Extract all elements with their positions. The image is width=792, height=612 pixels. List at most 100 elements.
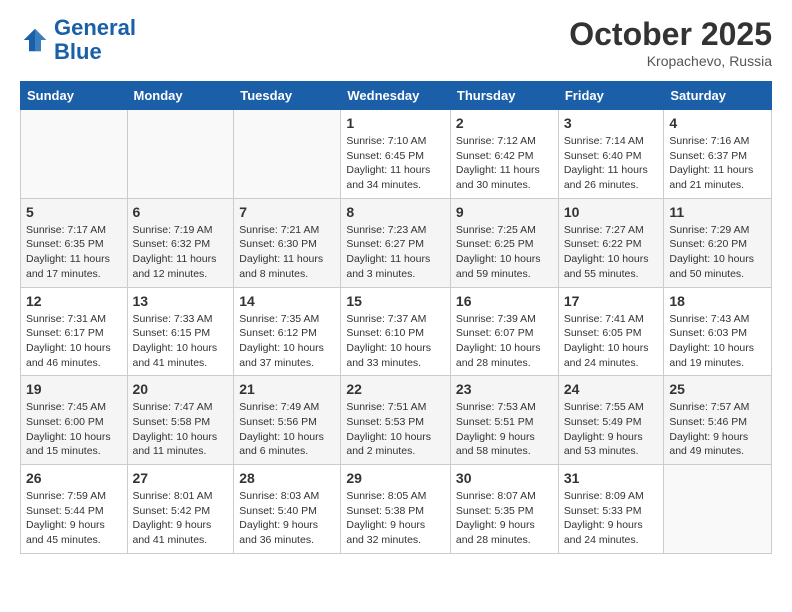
day-header-sunday: Sunday [21,82,128,110]
day-cell: 1 Sunrise: 7:10 AM Sunset: 6:45 PM Daylig… [341,110,451,199]
day-number: 9 [456,204,553,220]
logo-blue: Blue [54,39,102,64]
day-cell [127,110,234,199]
day-info: Sunrise: 7:33 AM Sunset: 6:15 PM Dayligh… [133,312,229,371]
day-number: 10 [564,204,659,220]
day-number: 15 [346,293,445,309]
day-cell: 6 Sunrise: 7:19 AM Sunset: 6:32 PM Daylig… [127,198,234,287]
logo-icon [20,25,50,55]
week-row-2: 5 Sunrise: 7:17 AM Sunset: 6:35 PM Daylig… [21,198,772,287]
day-cell [234,110,341,199]
day-info: Sunrise: 7:10 AM Sunset: 6:45 PM Dayligh… [346,134,445,193]
day-number: 22 [346,381,445,397]
day-number: 18 [669,293,766,309]
day-cell: 2 Sunrise: 7:12 AM Sunset: 6:42 PM Daylig… [450,110,558,199]
day-info: Sunrise: 7:45 AM Sunset: 6:00 PM Dayligh… [26,400,122,459]
day-header-monday: Monday [127,82,234,110]
day-info: Sunrise: 7:55 AM Sunset: 5:49 PM Dayligh… [564,400,659,459]
day-number: 2 [456,115,553,131]
day-number: 31 [564,470,659,486]
header: General Blue October 2025 Kropachevo, Ru… [20,16,772,69]
day-info: Sunrise: 7:43 AM Sunset: 6:03 PM Dayligh… [669,312,766,371]
day-number: 1 [346,115,445,131]
day-cell: 31 Sunrise: 8:09 AM Sunset: 5:33 PM Dayli… [558,465,664,554]
day-cell: 20 Sunrise: 7:47 AM Sunset: 5:58 PM Dayli… [127,376,234,465]
day-info: Sunrise: 7:47 AM Sunset: 5:58 PM Dayligh… [133,400,229,459]
day-cell: 10 Sunrise: 7:27 AM Sunset: 6:22 PM Dayli… [558,198,664,287]
day-cell: 11 Sunrise: 7:29 AM Sunset: 6:20 PM Dayli… [664,198,772,287]
logo-general: General [54,15,136,40]
day-number: 28 [239,470,335,486]
week-row-5: 26 Sunrise: 7:59 AM Sunset: 5:44 PM Dayli… [21,465,772,554]
day-cell: 16Sunrise: 7:39 AM Sunset: 6:07 PM Dayli… [450,287,558,376]
day-info: Sunrise: 8:09 AM Sunset: 5:33 PM Dayligh… [564,489,659,548]
day-number: 30 [456,470,553,486]
day-cell: 18 Sunrise: 7:43 AM Sunset: 6:03 PM Dayli… [664,287,772,376]
day-info: Sunrise: 7:35 AM Sunset: 6:12 PM Dayligh… [239,312,335,371]
day-info: Sunrise: 7:17 AM Sunset: 6:35 PM Dayligh… [26,223,122,282]
day-cell: 27Sunrise: 8:01 AM Sunset: 5:42 PM Dayli… [127,465,234,554]
day-info: Sunrise: 7:27 AM Sunset: 6:22 PM Dayligh… [564,223,659,282]
day-header-tuesday: Tuesday [234,82,341,110]
day-number: 20 [133,381,229,397]
calendar-table: SundayMondayTuesdayWednesdayThursdayFrid… [20,81,772,554]
day-number: 24 [564,381,659,397]
day-info: Sunrise: 7:57 AM Sunset: 5:46 PM Dayligh… [669,400,766,459]
day-number: 8 [346,204,445,220]
day-number: 7 [239,204,335,220]
day-cell [21,110,128,199]
day-number: 26 [26,470,122,486]
day-info: Sunrise: 7:39 AM Sunset: 6:07 PM Dayligh… [456,312,553,371]
day-header-saturday: Saturday [664,82,772,110]
day-number: 5 [26,204,122,220]
day-info: Sunrise: 7:29 AM Sunset: 6:20 PM Dayligh… [669,223,766,282]
day-info: Sunrise: 7:23 AM Sunset: 6:27 PM Dayligh… [346,223,445,282]
day-cell: 22 Sunrise: 7:51 AM Sunset: 5:53 PM Dayli… [341,376,451,465]
day-number: 29 [346,470,445,486]
day-number: 12 [26,293,122,309]
day-cell: 13 Sunrise: 7:33 AM Sunset: 6:15 PM Dayli… [127,287,234,376]
day-number: 11 [669,204,766,220]
day-info: Sunrise: 7:49 AM Sunset: 5:56 PM Dayligh… [239,400,335,459]
day-info: Sunrise: 7:53 AM Sunset: 5:51 PM Dayligh… [456,400,553,459]
week-row-1: 1 Sunrise: 7:10 AM Sunset: 6:45 PM Daylig… [21,110,772,199]
day-cell: 5 Sunrise: 7:17 AM Sunset: 6:35 PM Daylig… [21,198,128,287]
day-cell: 12 Sunrise: 7:31 AM Sunset: 6:17 PM Dayli… [21,287,128,376]
day-cell: 8 Sunrise: 7:23 AM Sunset: 6:27 PM Daylig… [341,198,451,287]
day-cell: 21 Sunrise: 7:49 AM Sunset: 5:56 PM Dayli… [234,376,341,465]
day-cell: 29Sunrise: 8:05 AM Sunset: 5:38 PM Dayli… [341,465,451,554]
day-cell: 26 Sunrise: 7:59 AM Sunset: 5:44 PM Dayli… [21,465,128,554]
day-cell: 3Sunrise: 7:14 AM Sunset: 6:40 PM Daylig… [558,110,664,199]
day-number: 23 [456,381,553,397]
day-number: 13 [133,293,229,309]
day-cell: 15 Sunrise: 7:37 AM Sunset: 6:10 PM Dayli… [341,287,451,376]
day-info: Sunrise: 7:21 AM Sunset: 6:30 PM Dayligh… [239,223,335,282]
day-number: 6 [133,204,229,220]
day-info: Sunrise: 7:19 AM Sunset: 6:32 PM Dayligh… [133,223,229,282]
day-number: 27 [133,470,229,486]
logo: General Blue [20,16,136,64]
day-cell: 28Sunrise: 8:03 AM Sunset: 5:40 PM Dayli… [234,465,341,554]
month-title: October 2025 [569,16,772,53]
day-info: Sunrise: 7:31 AM Sunset: 6:17 PM Dayligh… [26,312,122,371]
day-cell: 19Sunrise: 7:45 AM Sunset: 6:00 PM Dayli… [21,376,128,465]
week-row-3: 12 Sunrise: 7:31 AM Sunset: 6:17 PM Dayli… [21,287,772,376]
day-cell: 25 Sunrise: 7:57 AM Sunset: 5:46 PM Dayli… [664,376,772,465]
day-info: Sunrise: 7:12 AM Sunset: 6:42 PM Dayligh… [456,134,553,193]
day-header-friday: Friday [558,82,664,110]
day-number: 21 [239,381,335,397]
title-block: October 2025 Kropachevo, Russia [569,16,772,69]
location: Kropachevo, Russia [569,53,772,69]
day-cell: 24 Sunrise: 7:55 AM Sunset: 5:49 PM Dayli… [558,376,664,465]
day-info: Sunrise: 7:59 AM Sunset: 5:44 PM Dayligh… [26,489,122,548]
day-header-wednesday: Wednesday [341,82,451,110]
day-header-thursday: Thursday [450,82,558,110]
calendar-container: General Blue October 2025 Kropachevo, Ru… [0,0,792,570]
day-number: 25 [669,381,766,397]
day-info: Sunrise: 7:51 AM Sunset: 5:53 PM Dayligh… [346,400,445,459]
day-number: 14 [239,293,335,309]
day-info: Sunrise: 7:37 AM Sunset: 6:10 PM Dayligh… [346,312,445,371]
day-info: Sunrise: 7:14 AM Sunset: 6:40 PM Dayligh… [564,134,659,193]
day-number: 17 [564,293,659,309]
day-info: Sunrise: 7:25 AM Sunset: 6:25 PM Dayligh… [456,223,553,282]
